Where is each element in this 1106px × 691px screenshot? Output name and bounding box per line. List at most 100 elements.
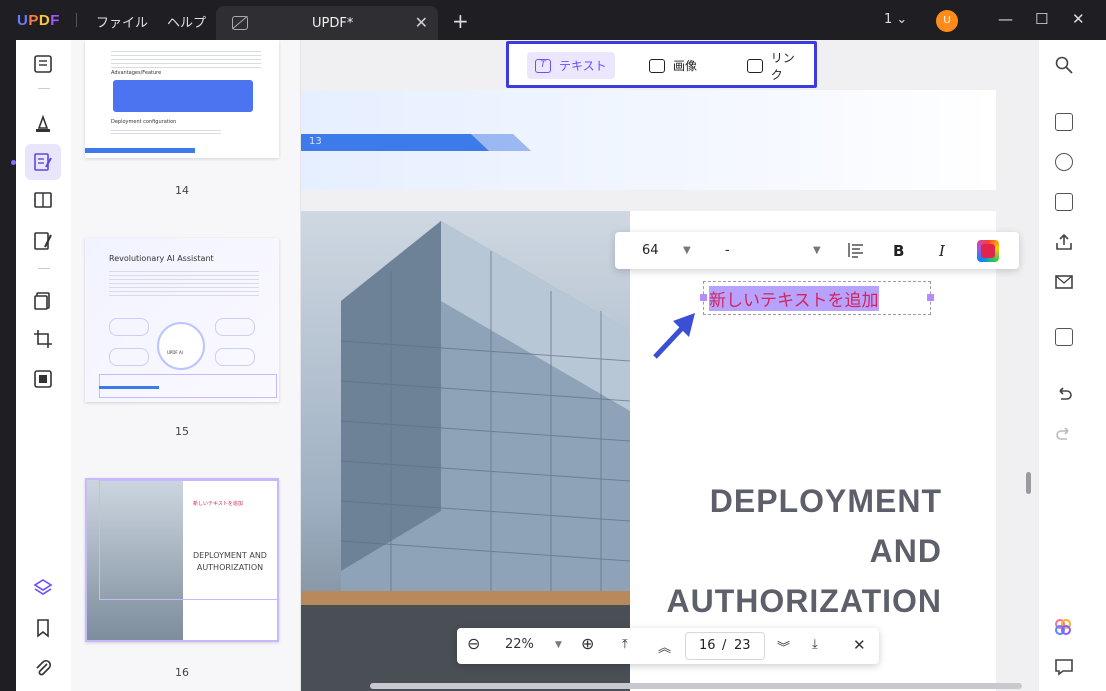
thumbnail-page-15[interactable]: Revolutionary AI Assistant UPDF AI [85, 238, 279, 402]
font-name-dropdown-icon[interactable]: ▼ [813, 245, 821, 256]
thumb-selection-frame [99, 480, 277, 600]
comment-list-icon[interactable] [1055, 658, 1073, 676]
save-icon[interactable] [1055, 328, 1073, 346]
redact-icon[interactable] [33, 369, 53, 389]
ocr-icon[interactable] [1055, 113, 1073, 131]
last-page-icon[interactable]: ⤓ [812, 637, 818, 652]
menu-file[interactable]: ファイル [96, 12, 148, 31]
page-13-header-bar [301, 134, 491, 151]
thumb-callout [109, 348, 149, 366]
page-13-number: 13 [309, 136, 322, 147]
close-nav-icon[interactable]: ✕ [853, 636, 866, 654]
first-page-icon[interactable]: ⤒ [622, 637, 628, 652]
window-count[interactable]: 1 ⌄ [884, 12, 907, 27]
horizontal-scrollbar[interactable] [370, 683, 1022, 689]
page-separator: / [722, 638, 727, 653]
right-toolbar [1039, 40, 1106, 691]
current-page: 16 [699, 638, 716, 653]
organize-pages-icon[interactable] [33, 190, 53, 210]
thumbnail-page-14[interactable]: Advantages/Feature Deployment configurat… [85, 40, 279, 158]
page-number-input[interactable]: 16 / 23 [685, 632, 765, 660]
page-number-16: 16 [175, 666, 189, 679]
thumb-title: Revolutionary AI Assistant [109, 254, 214, 263]
inserted-text[interactable]: 新しいテキストを追加 [709, 286, 879, 311]
page-title: DEPLOYMENT AND AUTHORIZATION [657, 476, 942, 626]
app-logo: UPDF [17, 12, 60, 29]
page-title-line2: AUTHORIZATION [666, 583, 942, 619]
minimize-icon[interactable]: — [998, 10, 1013, 28]
title-divider [76, 13, 77, 27]
reader-icon[interactable] [33, 54, 53, 74]
layers-icon[interactable] [33, 577, 53, 597]
font-size-value[interactable]: 64 [642, 243, 659, 258]
thumb-feature-box [113, 80, 253, 112]
hidden-tab-icon [232, 16, 248, 30]
title-bar: UPDF ファイル ヘルプ UPDF* ✕ + 1 ⌄ U — ☐ ✕ [0, 0, 1106, 40]
vertical-scrollbar[interactable] [1026, 472, 1031, 494]
edit-pdf-icon[interactable] [33, 152, 53, 172]
image-icon [649, 58, 665, 73]
bookmark-icon[interactable] [33, 618, 53, 638]
previous-page-icon[interactable]: ︽ [658, 637, 671, 656]
page-number-14: 14 [175, 184, 189, 197]
bold-button[interactable]: B [893, 242, 904, 260]
thumb-callout [215, 318, 255, 336]
add-text-button[interactable]: T テキスト [527, 52, 615, 79]
add-link-button[interactable]: リンク [739, 51, 814, 82]
convert-icon[interactable] [33, 291, 53, 311]
search-icon[interactable] [1055, 56, 1073, 74]
crop-icon[interactable] [33, 329, 53, 349]
zoom-value[interactable]: 22% [505, 637, 534, 652]
zoom-out-icon[interactable]: ⊖ [467, 634, 480, 653]
redo-icon[interactable] [1055, 426, 1073, 444]
form-icon[interactable] [33, 231, 53, 251]
building-illustration [301, 221, 630, 691]
page-13: 13 [301, 90, 996, 190]
thumb-text-lines [109, 268, 259, 298]
email-icon[interactable] [1055, 273, 1073, 291]
text-color-picker[interactable] [977, 240, 999, 262]
zoom-in-icon[interactable]: ⊕ [581, 634, 594, 653]
comment-icon[interactable] [33, 114, 53, 134]
thumb-ai-circle [157, 322, 205, 370]
active-indicator [11, 160, 16, 165]
maximize-icon[interactable]: ☐ [1035, 10, 1048, 28]
new-text-box[interactable]: 新しいテキストを追加 [700, 281, 934, 315]
add-tab-icon[interactable]: + [452, 9, 469, 33]
total-pages: 23 [734, 638, 751, 653]
updf-ai-icon[interactable] [1053, 617, 1073, 637]
undo-icon[interactable] [1055, 386, 1073, 404]
link-icon [747, 58, 763, 73]
attachment-icon[interactable] [33, 658, 53, 678]
building-image[interactable] [301, 211, 630, 691]
close-tab-icon[interactable]: ✕ [415, 13, 428, 32]
toolbar-divider [38, 268, 50, 269]
add-text-label: テキスト [559, 59, 607, 73]
zoom-dropdown-icon[interactable]: ▼ [555, 640, 562, 650]
resize-handle-right[interactable] [927, 294, 934, 301]
convert-file-icon[interactable] [1055, 153, 1073, 171]
share-icon[interactable] [1055, 233, 1073, 251]
menu-help[interactable]: ヘルプ [167, 12, 206, 31]
close-window-icon[interactable]: ✕ [1072, 10, 1085, 28]
add-image-label: 画像 [673, 59, 698, 73]
italic-button[interactable]: I [939, 242, 945, 260]
document-canvas[interactable]: 13 新しいテキストを追加 DEPLOYMENT AND AUTHORIZATI… [301, 40, 1039, 691]
arrow-annotation-icon [653, 313, 695, 359]
thumbnail-panel: Advantages/Feature Deployment configurat… [71, 40, 301, 691]
add-image-button[interactable]: 画像 [641, 52, 705, 79]
font-size-dropdown-icon[interactable]: ▼ [683, 245, 691, 256]
protect-icon[interactable] [1055, 193, 1073, 211]
align-left-icon[interactable] [848, 242, 864, 258]
thumb-callout [215, 348, 255, 366]
text-format-bar: 64 ▼ - ▼ B I [615, 232, 1019, 269]
edit-mode-toolbar: T テキスト 画像 リンク [506, 41, 817, 88]
toolbar-divider [38, 88, 50, 89]
add-link-label: リンク [770, 50, 795, 82]
document-tab[interactable]: UPDF* ✕ [216, 6, 438, 40]
avatar[interactable]: U [936, 10, 958, 32]
font-name-value[interactable]: - [725, 243, 730, 258]
next-page-icon[interactable]: ︾ [777, 637, 790, 656]
thumbnail-page-16[interactable]: 新しいテキストを追加 DEPLOYMENT AND AUTHORIZATION [85, 478, 279, 642]
resize-handle-left[interactable] [700, 294, 707, 301]
